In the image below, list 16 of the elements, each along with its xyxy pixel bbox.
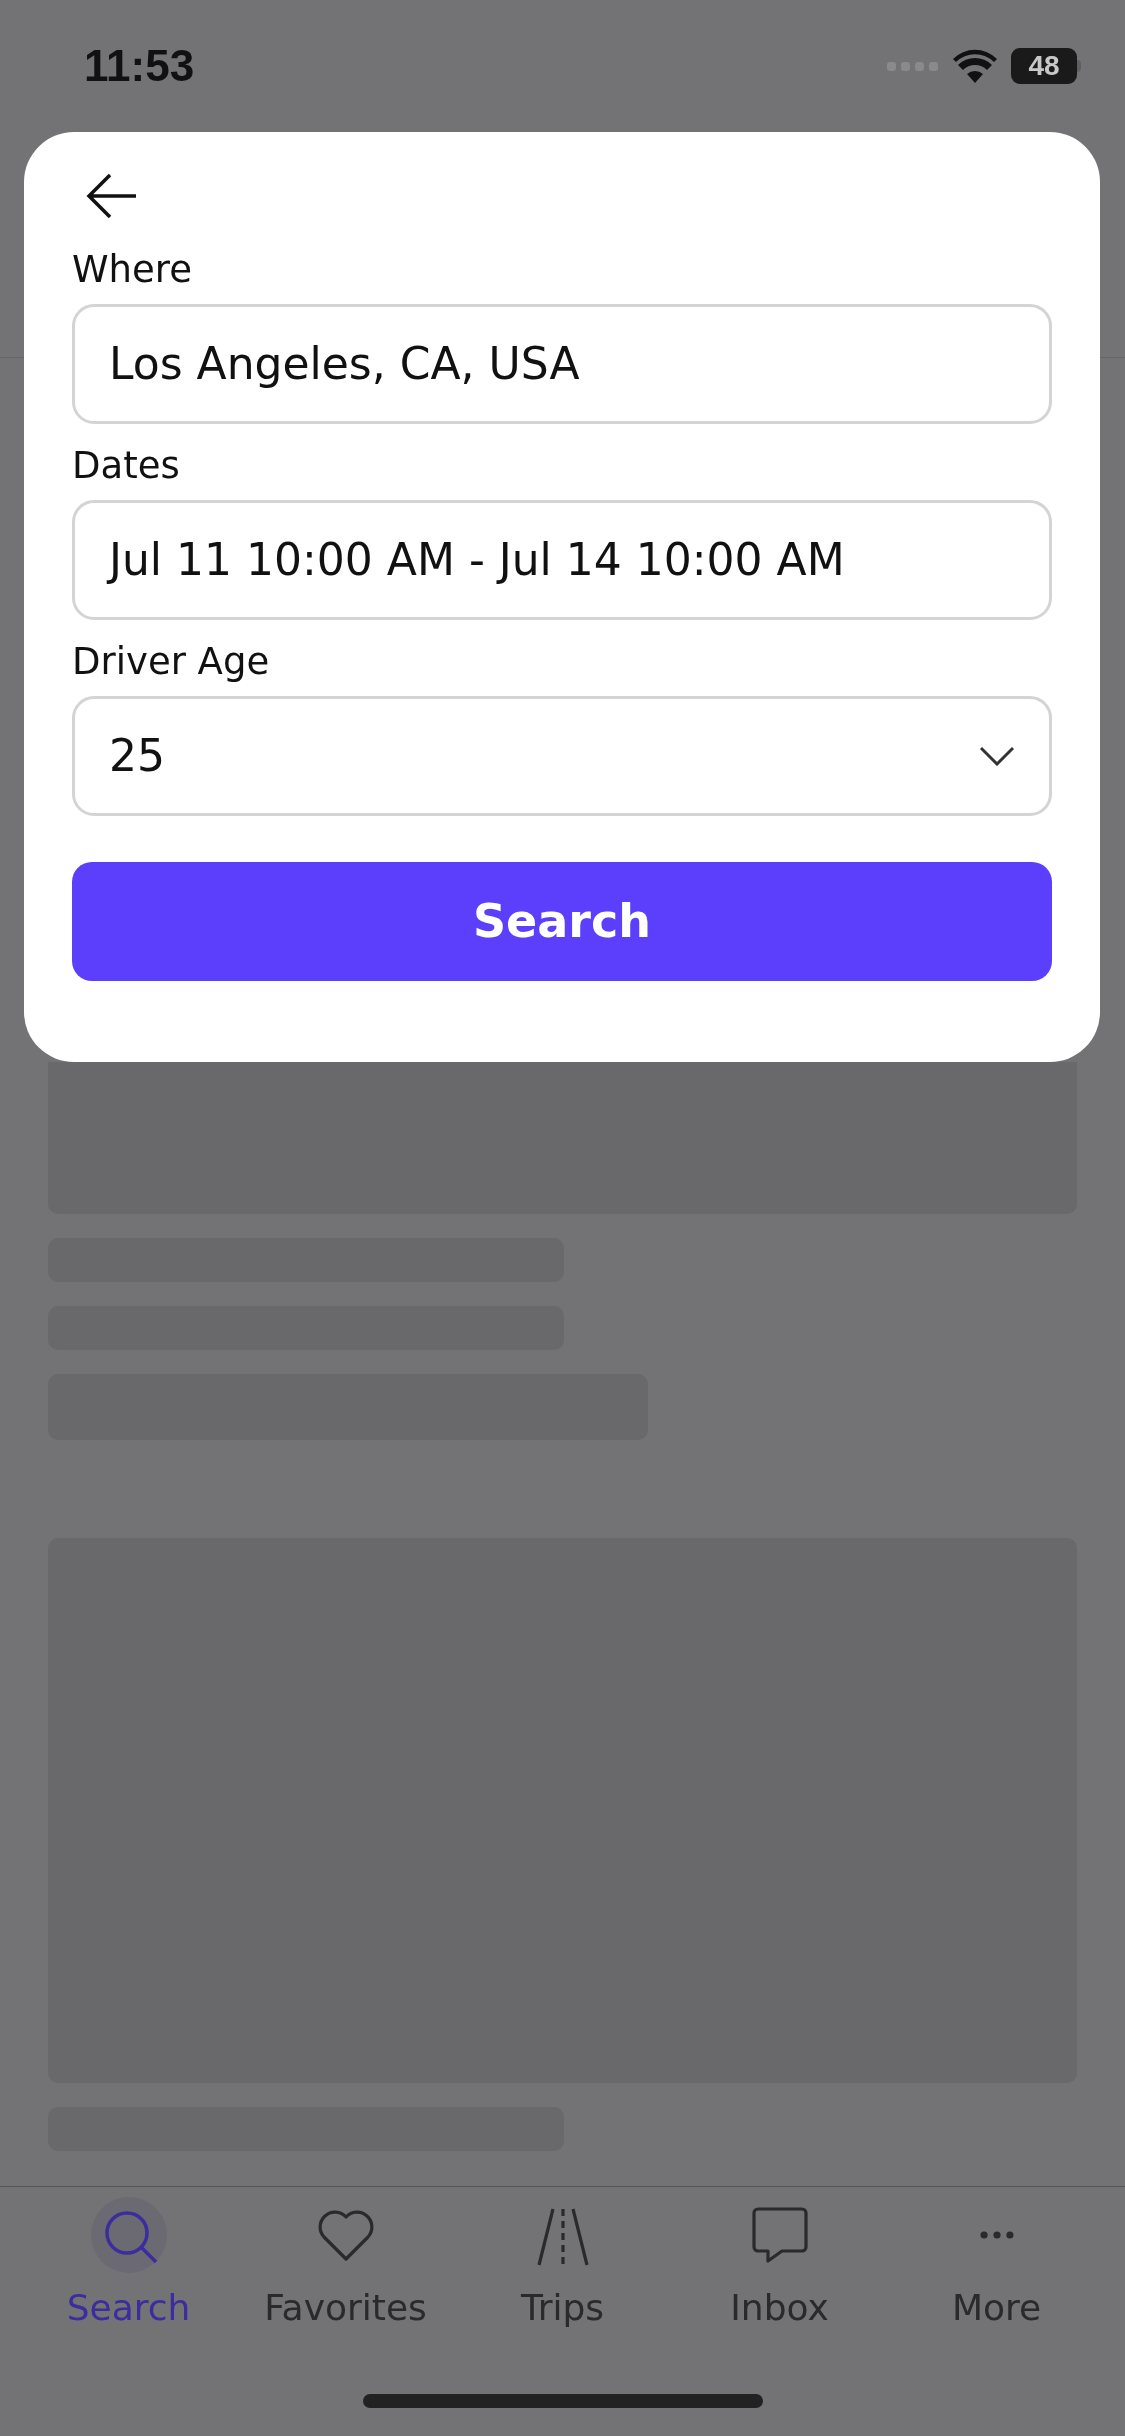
- search-button[interactable]: Search: [72, 862, 1052, 981]
- input-field[interactable]: Jul 11 10:00 AM - Jul 14 10:00 AM: [72, 500, 1052, 620]
- field-label: Where: [72, 248, 193, 292]
- tab[interactable]: More: [901, 2197, 1092, 2335]
- status-time: 11:53: [84, 40, 195, 92]
- age-dropdown[interactable]: 25: [72, 696, 1052, 816]
- tab[interactable]: Search: [33, 2197, 224, 2335]
- field-label: Dates: [72, 444, 181, 488]
- wifi-icon: [953, 49, 997, 83]
- tab[interactable]: Favorites: [250, 2197, 441, 2335]
- tab[interactable]: Inbox: [684, 2197, 875, 2335]
- input-field[interactable]: Los Angeles, CA, USA: [72, 304, 1052, 424]
- chevron-down-icon: [979, 746, 1015, 766]
- field-label: Driver Age: [72, 640, 271, 684]
- tab[interactable]: Trips: [467, 2197, 658, 2335]
- back-icon[interactable]: [86, 172, 138, 220]
